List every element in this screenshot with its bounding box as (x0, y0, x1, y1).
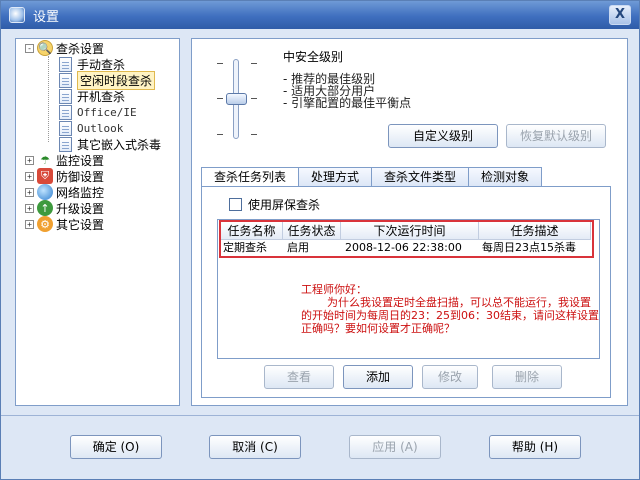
tree-item-boot-scan[interactable]: 开机查杀 (59, 88, 125, 104)
title-bar[interactable]: 设置 X (1, 1, 639, 29)
slider-tick (251, 98, 257, 99)
security-level-title: 中安全级别 (283, 50, 344, 64)
level-desc-line: - 引擎配置的最佳平衡点 (283, 96, 412, 110)
window-title: 设置 (33, 9, 60, 25)
tree-label: 查杀设置 (56, 41, 105, 56)
gear-icon: ⚙ (37, 216, 53, 232)
tree-item-scan-settings[interactable]: - 🔍 查杀设置 (25, 40, 104, 56)
expand-icon[interactable]: + (25, 171, 34, 181)
edit-task-button[interactable]: 修改 (422, 365, 478, 389)
tree-label: 升级设置 (56, 201, 105, 216)
tree-connector (48, 56, 49, 142)
app-icon (9, 7, 25, 23)
tab-handling-method[interactable]: 处理方式 (298, 167, 373, 187)
tree-label: 其它嵌入式杀毒 (77, 137, 162, 152)
ok-button[interactable]: 确定 (O) (70, 435, 162, 459)
slider-tick (251, 134, 257, 135)
collapse-icon[interactable]: - (25, 43, 34, 53)
expand-icon[interactable]: + (25, 219, 34, 229)
shield-icon: ⛨ (37, 168, 53, 184)
tree-item-monitor-settings[interactable]: + ☂ 监控设置 (25, 152, 104, 168)
tree-label: 监控设置 (56, 153, 105, 168)
annotation-question: 为什么我设置定时全盘扫描，可以总不能运行，我设置的开始时间为每周日的23：25到… (301, 296, 599, 335)
slider-tick (217, 63, 223, 64)
annotation-highlight-box (219, 220, 594, 258)
tree-label: 网络监控 (56, 185, 105, 200)
expand-icon[interactable]: + (25, 155, 34, 165)
screensaver-scan-label: 使用屏保查杀 (248, 198, 321, 212)
add-task-button[interactable]: 添加 (343, 365, 413, 389)
tab-scan-task-list[interactable]: 查杀任务列表 (201, 167, 300, 188)
document-icon (59, 88, 72, 104)
help-button[interactable]: 帮助 (H) (489, 435, 581, 459)
cancel-button[interactable]: 取消 (C) (209, 435, 301, 459)
slider-tick (217, 98, 223, 99)
document-icon (59, 104, 72, 120)
apply-button[interactable]: 应用 (A) (349, 435, 441, 459)
upgrade-arrow-icon: ↑ (37, 200, 53, 216)
tree-item-outlook[interactable]: Outlook (59, 120, 123, 136)
globe-icon (37, 184, 53, 200)
tree-item-update-settings[interactable]: + ↑ 升级设置 (25, 200, 104, 216)
screensaver-scan-option[interactable]: 使用屏保查杀 (229, 196, 320, 213)
delete-task-button[interactable]: 删除 (492, 365, 562, 389)
document-icon (59, 120, 72, 136)
tree-item-office-ie[interactable]: Office/IE (59, 104, 137, 120)
tree-label: 其它设置 (56, 217, 105, 232)
view-task-button[interactable]: 查看 (264, 365, 334, 389)
tree-label: Office/IE (77, 105, 137, 119)
footer-divider (1, 415, 639, 416)
tree-item-other-settings[interactable]: + ⚙ 其它设置 (25, 216, 104, 232)
task-tabs: 查杀任务列表 处理方式 查杀文件类型 检测对象 (201, 167, 543, 188)
custom-level-button[interactable]: 自定义级别 (388, 124, 498, 148)
slider-tick (217, 134, 223, 135)
screensaver-scan-checkbox[interactable] (229, 198, 242, 211)
tree-label: Outlook (77, 121, 124, 135)
close-button[interactable]: X (609, 5, 631, 25)
magnifier-icon: 🔍 (37, 40, 53, 56)
expand-icon[interactable]: + (25, 187, 34, 197)
annotation-note: 工程师你好： 为什么我设置定时全盘扫描，可以总不能运行，我设置的开始时间为每周日… (301, 283, 601, 335)
tab-detection-objects[interactable]: 检测对象 (468, 167, 543, 187)
expand-icon[interactable]: + (25, 203, 34, 213)
tab-file-types[interactable]: 查杀文件类型 (371, 167, 470, 187)
document-icon (59, 72, 72, 88)
security-level-description: - 推荐的最佳级别 - 适用大部分用户 - 引擎配置的最佳平衡点 (283, 73, 411, 109)
tree-item-embedded-scan[interactable]: 其它嵌入式杀毒 (59, 136, 161, 152)
tree-item-network-monitor[interactable]: + 网络监控 (25, 184, 104, 200)
annotation-greeting: 工程师你好： (301, 283, 367, 296)
umbrella-icon: ☂ (40, 153, 50, 167)
tree-item-defense-settings[interactable]: + ⛨ 防御设置 (25, 168, 104, 184)
security-level-slider-thumb[interactable] (226, 93, 247, 105)
tree-label: 开机查杀 (77, 89, 126, 104)
document-icon (59, 56, 72, 72)
restore-default-level-button[interactable]: 恢复默认级别 (506, 124, 606, 148)
tree-label: 防御设置 (56, 169, 105, 184)
document-icon (59, 136, 72, 152)
slider-tick (251, 63, 257, 64)
tree-item-idle-scan[interactable]: 空闲时段查杀 (59, 70, 156, 90)
settings-window: 设置 X - 🔍 查杀设置 手动查杀 空闲时段查杀 开机查杀 Office/IE… (0, 0, 640, 480)
